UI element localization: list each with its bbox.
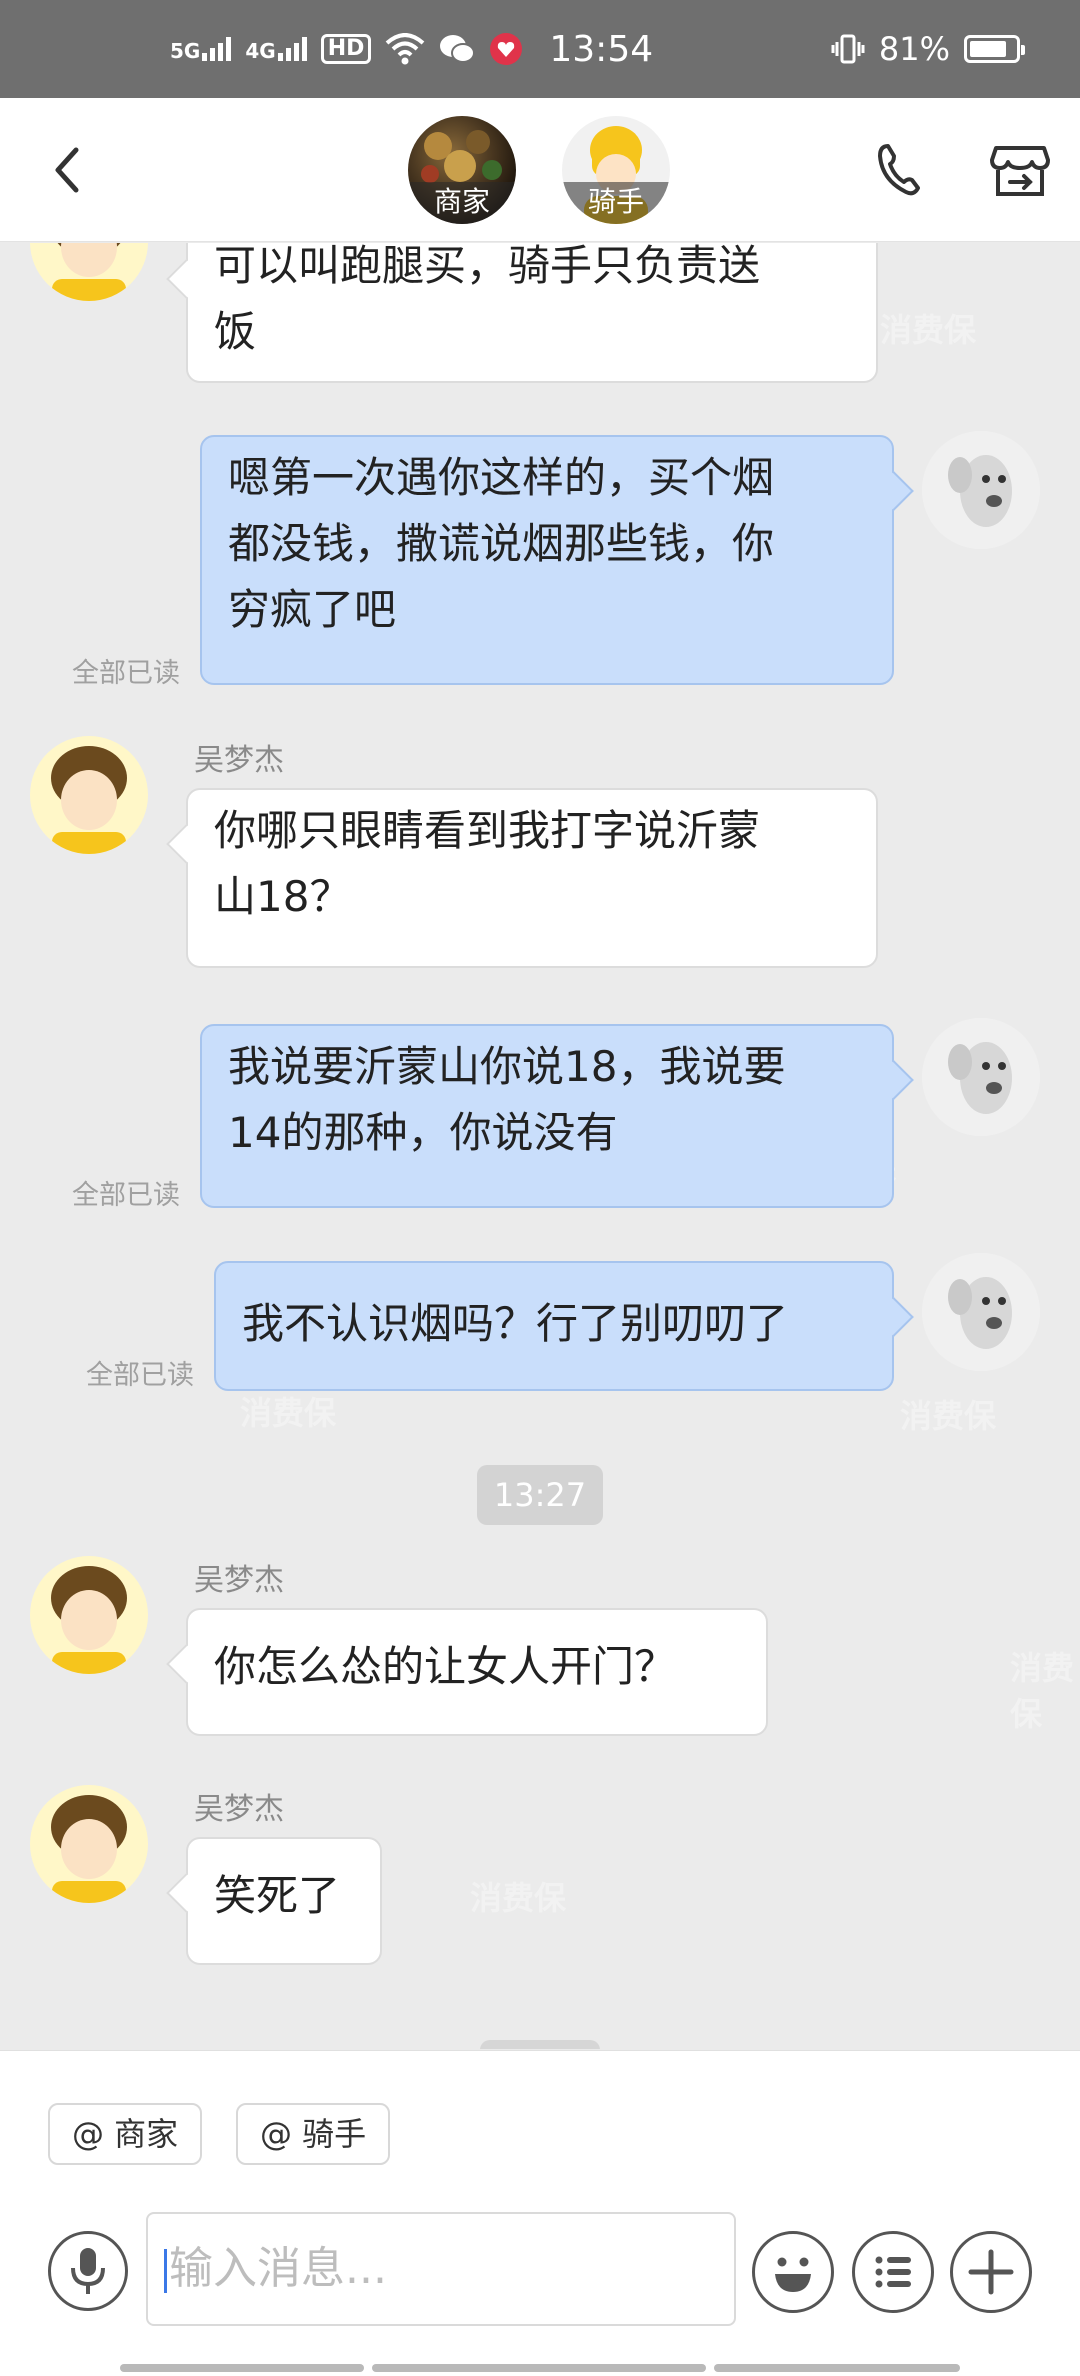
emoji-button[interactable] [752, 2231, 834, 2313]
sender-name: 吴梦杰 [194, 743, 284, 778]
sender-name: 吴梦杰 [194, 1563, 284, 1598]
my-avatar[interactable] [922, 1018, 1040, 1136]
rider-avatar[interactable] [30, 1556, 148, 1674]
status-bar: 5G 4G HD 13:54 81% [0, 0, 1080, 98]
rider-face-icon [51, 1566, 127, 1674]
message-line: 可以叫跑腿买，骑手只负责送 [214, 243, 761, 290]
hd-voice-icon: HD [320, 33, 372, 65]
rider-face-icon [51, 1795, 127, 1903]
back-arrow-icon[interactable] [40, 140, 100, 200]
rider-label: 骑手 [562, 182, 670, 224]
dog-avatar-icon [922, 1253, 1040, 1371]
wifi-icon [386, 33, 425, 65]
message-bubble: 嗯第一次遇你这样的，买个烟 都没钱，撒谎说烟那些钱，你 穷疯了吧 [200, 435, 894, 685]
rider-avatar[interactable] [30, 1785, 148, 1903]
merchant-avatar[interactable]: 商家 [408, 116, 516, 224]
store-icon[interactable] [988, 138, 1052, 202]
message-bubble: 笑死了 [186, 1837, 382, 1965]
message-line: 笑死了 [214, 1871, 341, 1920]
rider-avatar[interactable] [30, 243, 148, 301]
message-line: 山18？ [214, 872, 352, 921]
watermark: 消费保 [900, 1397, 997, 1435]
plus-icon [968, 2249, 1014, 2295]
message-bubble: 你哪只眼睛看到我打字说沂蒙 山18？ [186, 788, 878, 968]
composer: @ 商家 @ 骑手 输入消息... [0, 2050, 1080, 2376]
read-status: 全部已读 [72, 658, 180, 689]
message-bubble: 我说要沂蒙山你说18，我说要 14的那种，你说没有 [200, 1024, 894, 1208]
message-line: 穷疯了吧 [228, 585, 397, 634]
read-status: 全部已读 [72, 1180, 180, 1211]
more-button[interactable] [950, 2231, 1032, 2313]
voice-input-button[interactable] [48, 2231, 128, 2311]
dog-avatar-icon [922, 1018, 1040, 1136]
mention-rider-label: @ 骑手 [260, 2115, 367, 2153]
message-line: 饭 [214, 307, 257, 356]
message-bubble: 你怎么怂的让女人开门？ [186, 1608, 768, 1736]
my-avatar[interactable] [922, 431, 1040, 549]
status-time: 13:54 [549, 28, 654, 70]
status-right: 81% [831, 0, 1025, 98]
network-4g-indicator: 4G [245, 37, 307, 61]
rider-avatar[interactable]: 骑手 [562, 116, 670, 224]
battery-percent: 81% [878, 30, 950, 68]
nav-indicator [714, 2364, 960, 2372]
app-notification-icon [490, 33, 523, 65]
watermark: 消费保 [240, 1394, 337, 1432]
message-input[interactable]: 输入消息... [146, 2212, 736, 2326]
list-icon [875, 2256, 911, 2288]
dog-avatar-icon [922, 431, 1040, 549]
phone-icon[interactable] [868, 140, 928, 200]
message-bubble: 我不认识烟吗？行了别叨叨了 [214, 1261, 894, 1391]
scroll-hint [480, 2040, 600, 2049]
chat-scroll-area[interactable]: 消费保 消费保 消费保 消费保 消费保 消费保 可以叫跑腿买，骑手只负责送 饭 … [0, 243, 1080, 2049]
battery-level [970, 41, 1006, 57]
wechat-icon [440, 35, 476, 63]
sender-name: 吴梦杰 [194, 1792, 284, 1827]
smiley-icon [775, 2257, 811, 2292]
time-separator: 13:27 [477, 1465, 603, 1525]
chat-header: 商家 骑手 [0, 98, 1080, 242]
message-line: 你怎么怂的让女人开门？ [214, 1642, 677, 1691]
quick-reply-button[interactable] [852, 2231, 934, 2313]
microphone-icon [71, 2248, 105, 2294]
message-input-placeholder: 输入消息... [169, 2243, 387, 2294]
battery-icon [964, 35, 1025, 63]
merchant-label: 商家 [408, 182, 516, 224]
rider-face-icon [52, 243, 126, 301]
rider-avatar[interactable] [30, 736, 148, 854]
vibrate-icon [831, 34, 865, 64]
message-line: 14的那种，你说没有 [228, 1108, 618, 1157]
watermark: 消费保 [470, 1879, 567, 1917]
nav-indicator [372, 2364, 706, 2372]
text-caret [164, 2249, 167, 2293]
message-line: 你哪只眼睛看到我打字说沂蒙 [214, 806, 761, 855]
rider-face-icon [51, 746, 127, 854]
read-status: 全部已读 [86, 1360, 194, 1391]
message-line: 嗯第一次遇你这样的，买个烟 [228, 453, 775, 502]
network-5g-indicator: 5G [170, 37, 232, 61]
mention-merchant-button[interactable]: @ 商家 [48, 2103, 203, 2165]
my-avatar[interactable] [922, 1253, 1040, 1371]
status-center: 5G 4G HD 13:54 [170, 0, 653, 98]
nav-indicator [120, 2364, 364, 2372]
mention-rider-button[interactable]: @ 骑手 [236, 2103, 391, 2165]
message-line: 我说要沂蒙山你说18，我说要 [228, 1042, 786, 1091]
watermark: 消费保 [880, 311, 977, 349]
message-bubble: 可以叫跑腿买，骑手只负责送 饭 [186, 243, 878, 383]
message-line: 都没钱，撒谎说烟那些钱，你 [228, 519, 775, 568]
message-line: 我不认识烟吗？行了别叨叨了 [242, 1299, 789, 1348]
watermark: 消费保 [1010, 1649, 1075, 1733]
mention-merchant-label: @ 商家 [72, 2115, 179, 2153]
